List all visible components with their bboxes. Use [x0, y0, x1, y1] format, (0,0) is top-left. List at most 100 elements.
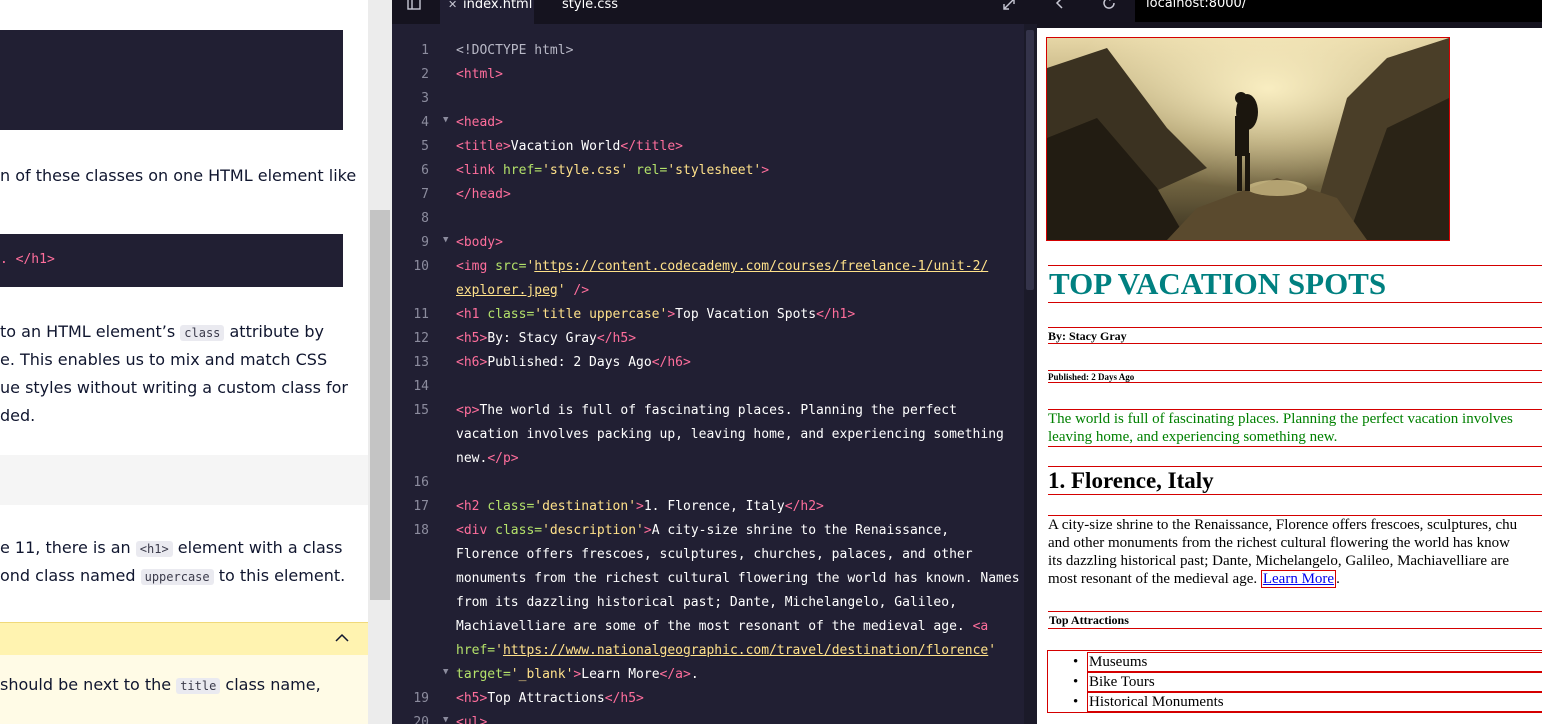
text-run: should be next to the: [0, 675, 177, 694]
line-number: 13: [413, 355, 429, 370]
text-run: most resonant of the medieval age.: [1048, 571, 1261, 587]
code-text: <img src='https://content.codecademy.com…: [456, 259, 989, 274]
line-number: 17: [413, 499, 429, 514]
expand-icon[interactable]: [1001, 0, 1017, 12]
code-text: <html>: [456, 67, 503, 82]
code-snippet-text: . </h1>: [0, 252, 55, 267]
lesson-scrollbar-thumb[interactable]: [370, 210, 390, 600]
line-number: 1: [421, 43, 429, 58]
line-number: 4: [421, 115, 429, 130]
back-arrow-icon[interactable]: [1053, 0, 1067, 10]
image-outline: [1046, 37, 1450, 241]
code-text: <title>Vacation World</title>: [456, 139, 683, 154]
line-number: 7: [421, 187, 429, 202]
outline-line: [1048, 382, 1542, 383]
outline-line: [1048, 446, 1542, 447]
inline-code: title: [176, 678, 221, 694]
code-snippet-block: . </h1>: [0, 234, 343, 287]
bullet-icon: •: [1073, 654, 1079, 670]
line-number: 14: [413, 379, 429, 394]
line-number: 5: [421, 139, 429, 154]
intro-paragraph-line-1: The world is full of fascinating places.…: [1048, 411, 1513, 427]
code-text: explorer.jpeg' />: [456, 283, 590, 298]
attractions-heading: Top Attractions: [1049, 613, 1129, 627]
description-line-3: its dazzling historical past; Dante, Mic…: [1048, 553, 1510, 569]
inline-code: class: [180, 325, 225, 341]
text-run: to an HTML element’s: [0, 322, 181, 341]
code-text: Florence offers frescoes, sculptures, ch…: [456, 547, 973, 562]
file-tree-icon[interactable]: [406, 0, 422, 12]
code-text: <ul>: [456, 715, 488, 724]
code-text: <h2 class='destination'>1. Florence, Ita…: [456, 499, 824, 514]
outline-line: [1048, 302, 1542, 303]
code-text: <link href='style.css' rel='stylesheet'>: [456, 163, 770, 178]
inline-code: <h1>: [135, 541, 173, 557]
outline-line: [1048, 628, 1542, 629]
list-item: [1087, 652, 1542, 672]
url-bar[interactable]: localhost:8000/: [1135, 0, 1542, 22]
list-item-label: Museums: [1089, 654, 1148, 670]
text-run: element with a class: [172, 538, 343, 557]
code-text: vacation involves packing up, leaving ho…: [456, 427, 1004, 442]
code-text: <div class='description'>A city-size shr…: [456, 523, 950, 538]
bullet-icon: •: [1073, 674, 1079, 690]
hint-text: should be next to the title class name,: [0, 671, 321, 700]
fold-arrow-icon[interactable]: ▼: [443, 715, 448, 724]
code-editor[interactable]: ✕ index.html style.css 1 <!DOCTYPE html> …: [392, 0, 1037, 724]
code-example-block: [0, 30, 343, 130]
byline: By: Stacy Gray: [1048, 329, 1127, 343]
text-run: e 11, there is an: [0, 538, 136, 557]
code-text: <h5>By: Stacy Gray</h5>: [456, 331, 637, 346]
code-text: <body>: [456, 235, 503, 250]
code-text: <!DOCTYPE html>: [456, 43, 574, 58]
tab-index-html[interactable]: ✕ index.html: [440, 0, 534, 24]
code-text: <h1 class='title uppercase'>Top Vacation…: [456, 307, 856, 322]
fold-arrow-icon[interactable]: ▼: [443, 667, 448, 677]
text-run: .: [1336, 571, 1340, 587]
text-run: ond class named: [0, 566, 141, 585]
list-item: [1087, 672, 1542, 692]
code-text: href='https://www.nationalgeographic.com…: [456, 643, 997, 658]
fold-arrow-icon[interactable]: ▼: [443, 115, 448, 125]
page-heading: TOP VACATION SPOTS: [1049, 266, 1387, 301]
text-run: attribute by: [224, 322, 324, 341]
hint-toggle[interactable]: [0, 622, 368, 656]
line-number: 10: [413, 259, 429, 274]
lesson-pane: n of these classes on one HTML element l…: [0, 0, 368, 724]
line-number: 11: [413, 307, 429, 322]
outline-line: [1048, 494, 1542, 495]
list-item-label: Bike Tours: [1089, 674, 1155, 690]
line-number: 20: [413, 715, 429, 724]
close-icon[interactable]: ✕: [448, 0, 457, 10]
bullet-icon: •: [1073, 694, 1079, 710]
lesson-paragraph-2-line-4: ded.: [0, 406, 36, 425]
code-text: monuments from the richest cultural flow…: [456, 571, 1020, 586]
list-item-label: Historical Monuments: [1089, 694, 1224, 710]
lesson-paragraph-2-line-1: to an HTML element’s class attribute by: [0, 318, 324, 347]
code-text: <head>: [456, 115, 503, 130]
lesson-paragraph-1: n of these classes on one HTML element l…: [0, 166, 357, 185]
line-number: 2: [421, 67, 429, 82]
learn-more-link[interactable]: Learn More: [1260, 570, 1337, 588]
line-number: 16: [413, 475, 429, 490]
line-number: 19: [413, 691, 429, 706]
code-text: </head>: [456, 187, 511, 202]
editor-tab-bar: ✕ index.html style.css: [392, 0, 1037, 24]
tab-label: style.css: [562, 0, 618, 12]
text-run: class name,: [220, 675, 321, 694]
fold-arrow-icon[interactable]: ▼: [443, 235, 448, 245]
tab-style-css[interactable]: style.css: [534, 0, 634, 24]
refresh-icon[interactable]: [1101, 0, 1117, 11]
browser-toolbar: localhost:8000/: [1037, 0, 1542, 28]
code-text: new.</p>: [456, 451, 519, 466]
outline-line: [1048, 343, 1542, 344]
browser-preview: localhost:8000/ TOP VACATION SPOTS By: S…: [1037, 0, 1542, 724]
editor-scrollbar-thumb[interactable]: [1026, 30, 1034, 290]
line-number: 12: [413, 331, 429, 346]
line-number: 3: [421, 91, 429, 106]
chevron-up-icon[interactable]: [334, 632, 350, 644]
code-text: <h5>Top Attractions</h5>: [456, 691, 644, 706]
instructions-header-band: [0, 455, 368, 505]
task-text-line-1: e 11, there is an <h1> element with a cl…: [0, 534, 342, 563]
code-text: <p>The world is full of fascinating plac…: [456, 403, 957, 418]
